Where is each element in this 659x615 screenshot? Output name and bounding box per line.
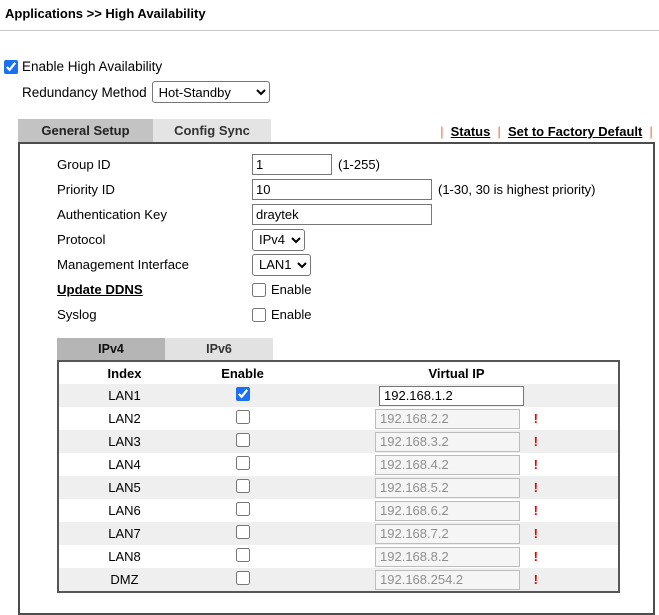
- row-enable-checkbox[interactable]: [236, 502, 250, 516]
- col-header-virtual-ip: Virtual IP: [295, 361, 619, 384]
- management-interface-select[interactable]: LAN1: [252, 254, 311, 276]
- warning-mark: !: [534, 411, 538, 426]
- set-to-factory-default-link[interactable]: Set to Factory Default: [508, 124, 642, 139]
- index-cell: LAN6: [58, 499, 190, 522]
- row-enable-checkbox[interactable]: [236, 410, 250, 424]
- protocol-select[interactable]: IPv4: [252, 229, 305, 251]
- index-cell: DMZ: [58, 568, 190, 592]
- virtual-ip-input[interactable]: [375, 409, 520, 429]
- tab-general-setup[interactable]: General Setup: [18, 119, 153, 142]
- syslog-label: Syslog: [57, 307, 252, 322]
- table-row: LAN1: [58, 384, 619, 407]
- group-id-hint: (1-255): [338, 157, 380, 172]
- row-enable-checkbox[interactable]: [236, 456, 250, 470]
- syslog-enable-label: Enable: [271, 307, 311, 322]
- authentication-key-label: Authentication Key: [57, 207, 252, 222]
- row-enable-checkbox[interactable]: [236, 479, 250, 493]
- virtual-ip-input[interactable]: [375, 547, 520, 567]
- enable-ha-label: Enable High Availability: [22, 59, 162, 74]
- virtual-ip-input[interactable]: [375, 432, 520, 452]
- redundancy-method-select[interactable]: Hot-Standby: [152, 81, 270, 103]
- general-setup-panel: Group ID (1-255) Priority ID (1-30, 30 i…: [18, 142, 655, 615]
- status-link[interactable]: Status: [451, 124, 491, 139]
- row-enable-checkbox[interactable]: [236, 387, 250, 401]
- index-cell: LAN1: [58, 384, 190, 407]
- index-cell: LAN3: [58, 430, 190, 453]
- table-row: LAN3 !: [58, 430, 619, 453]
- table-row: LAN7 !: [58, 522, 619, 545]
- table-row: LAN8 !: [58, 545, 619, 568]
- update-ddns-enable-label: Enable: [271, 282, 311, 297]
- table-row: LAN5 !: [58, 476, 619, 499]
- row-enable-checkbox[interactable]: [236, 571, 250, 585]
- virtual-ip-input[interactable]: [375, 478, 520, 498]
- top-links: | Status | Set to Factory Default |: [440, 124, 655, 142]
- col-header-index: Index: [58, 361, 190, 384]
- table-row: LAN6 !: [58, 499, 619, 522]
- priority-id-hint: (1-30, 30 is highest priority): [438, 182, 596, 197]
- protocol-label: Protocol: [57, 232, 252, 247]
- warning-mark: !: [534, 434, 538, 449]
- row-enable-checkbox[interactable]: [236, 548, 250, 562]
- row-enable-checkbox[interactable]: [236, 525, 250, 539]
- row-enable-checkbox[interactable]: [236, 433, 250, 447]
- management-interface-label: Management Interface: [57, 257, 252, 272]
- warning-mark: !: [534, 549, 538, 564]
- virtual-ip-input[interactable]: [375, 524, 520, 544]
- ip-version-tabs: IPv4 IPv6: [57, 338, 653, 360]
- separator: |: [497, 124, 501, 139]
- virtual-ip-input[interactable]: [375, 570, 520, 590]
- index-cell: LAN5: [58, 476, 190, 499]
- tab-config-sync[interactable]: Config Sync: [153, 119, 271, 142]
- warning-mark: !: [534, 457, 538, 472]
- virtual-ip-input[interactable]: [375, 455, 520, 475]
- syslog-enable-checkbox[interactable]: [252, 308, 266, 322]
- header-divider: [0, 30, 659, 31]
- index-cell: LAN7: [58, 522, 190, 545]
- index-cell: LAN2: [58, 407, 190, 430]
- update-ddns-link[interactable]: Update DDNS: [57, 282, 252, 297]
- separator: |: [649, 124, 653, 139]
- breadcrumb: Applications >> High Availability: [0, 0, 659, 30]
- group-id-input[interactable]: [252, 154, 332, 175]
- warning-mark: !: [534, 503, 538, 518]
- virtual-ip-input[interactable]: [375, 501, 520, 521]
- warning-mark: !: [534, 526, 538, 541]
- tab-bar: General Setup Config Sync | Status | Set…: [18, 119, 655, 142]
- table-row: DMZ !: [58, 568, 619, 592]
- virtual-ip-table: Index Enable Virtual IP LAN1 LAN2 ! LAN3…: [57, 360, 620, 593]
- update-ddns-enable-checkbox[interactable]: [252, 283, 266, 297]
- group-id-label: Group ID: [57, 157, 252, 172]
- tab-ipv4[interactable]: IPv4: [57, 338, 165, 360]
- authentication-key-input[interactable]: [252, 204, 432, 225]
- priority-id-input[interactable]: [252, 179, 432, 200]
- table-row: LAN4 !: [58, 453, 619, 476]
- warning-mark: !: [534, 572, 538, 587]
- separator: |: [440, 124, 444, 139]
- col-header-enable: Enable: [190, 361, 295, 384]
- index-cell: LAN8: [58, 545, 190, 568]
- enable-ha-section: Enable High Availability Redundancy Meth…: [4, 59, 659, 103]
- enable-ha-checkbox[interactable]: [4, 60, 18, 74]
- table-row: LAN2 !: [58, 407, 619, 430]
- tab-ipv6[interactable]: IPv6: [165, 338, 273, 360]
- index-cell: LAN4: [58, 453, 190, 476]
- priority-id-label: Priority ID: [57, 182, 252, 197]
- virtual-ip-input[interactable]: [379, 386, 524, 406]
- redundancy-method-label: Redundancy Method: [22, 85, 147, 100]
- warning-mark: !: [534, 480, 538, 495]
